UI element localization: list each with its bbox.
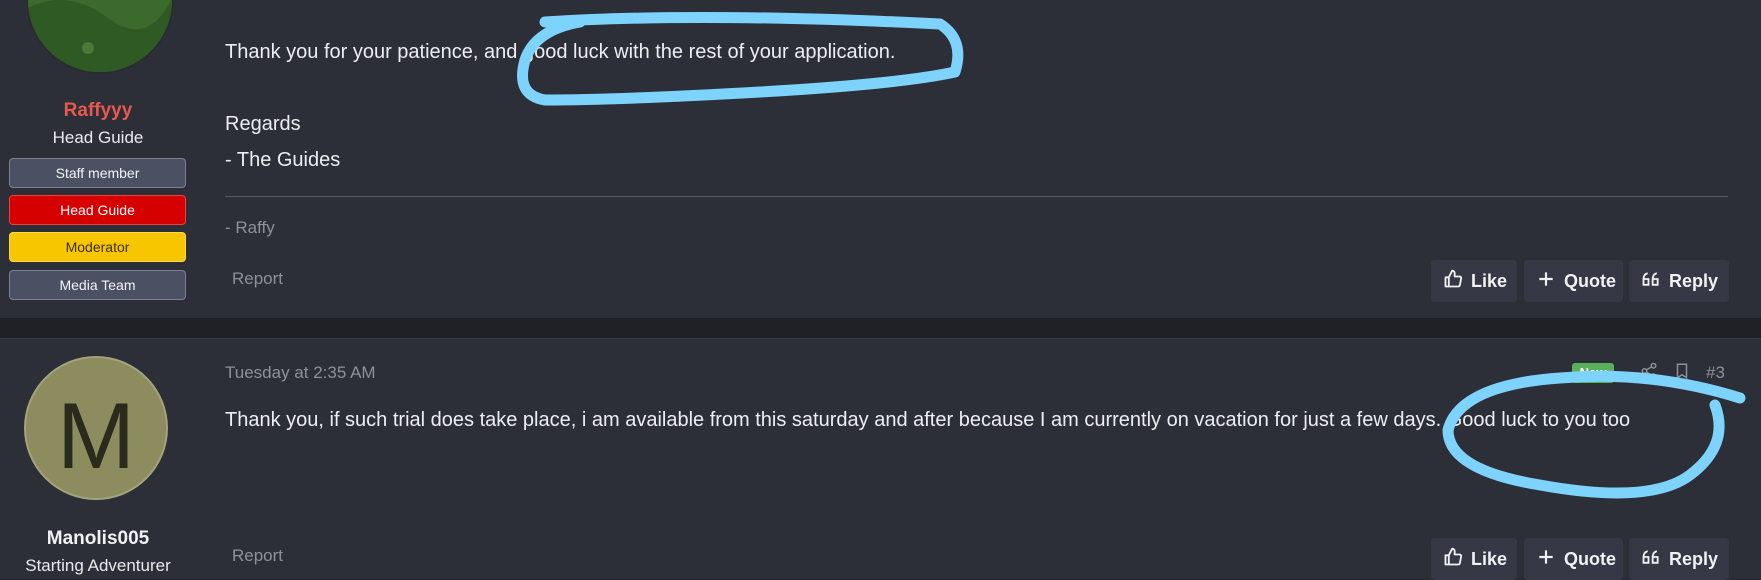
like-label: Like xyxy=(1471,548,1508,569)
signature-divider xyxy=(225,196,1728,197)
thumbs-up-icon xyxy=(1443,269,1463,294)
like-label: Like xyxy=(1471,270,1508,291)
username[interactable]: Manolis005 xyxy=(0,528,196,550)
thumbs-up-icon xyxy=(1443,547,1463,572)
report-link[interactable]: Report xyxy=(232,546,283,566)
like-button[interactable]: Like xyxy=(1431,538,1517,580)
avatar[interactable]: M xyxy=(24,356,168,500)
user-title: Head Guide xyxy=(52,128,144,147)
report-link[interactable]: Report xyxy=(232,269,283,289)
share-icon[interactable] xyxy=(1640,362,1658,385)
post-date[interactable]: Tuesday at 2:35 AM xyxy=(225,363,376,383)
banner-moderator: Moderator xyxy=(9,232,186,262)
quote-button[interactable]: Quote xyxy=(1524,260,1623,302)
banner-media-team: Media Team xyxy=(9,270,186,300)
banner-staff-member: Staff member xyxy=(9,158,186,188)
new-badge: New xyxy=(1572,363,1614,383)
user-title: Starting Adventurer xyxy=(25,556,171,575)
avatar-letter: M xyxy=(56,383,136,488)
post-number-link[interactable]: #3 xyxy=(1706,363,1725,383)
signature: - Raffy xyxy=(225,218,275,237)
reply-label: Reply xyxy=(1669,548,1719,569)
message-text: Thank you, if such trial does take place… xyxy=(225,409,1631,431)
quote-marks-icon xyxy=(1641,269,1661,294)
quote-label: Quote xyxy=(1564,548,1616,569)
reply-button[interactable]: Reply xyxy=(1629,538,1729,580)
username[interactable]: Raffyyy xyxy=(0,100,196,122)
message-line: - The Guides xyxy=(225,149,341,171)
quote-label: Quote xyxy=(1564,270,1616,291)
banner-head-guide: Head Guide xyxy=(9,195,186,225)
quote-button[interactable]: Quote xyxy=(1524,538,1623,580)
reply-button[interactable]: Reply xyxy=(1629,260,1729,302)
like-button[interactable]: Like xyxy=(1431,260,1517,302)
message-line: Thank you for your patience, and good lu… xyxy=(225,41,896,63)
bookmark-icon[interactable] xyxy=(1673,362,1691,385)
plus-icon xyxy=(1536,269,1556,294)
post-separator xyxy=(0,318,1761,338)
reply-label: Reply xyxy=(1669,270,1719,291)
quote-marks-icon xyxy=(1641,547,1661,572)
message-line: Regards xyxy=(225,113,301,135)
plus-icon xyxy=(1536,547,1556,572)
